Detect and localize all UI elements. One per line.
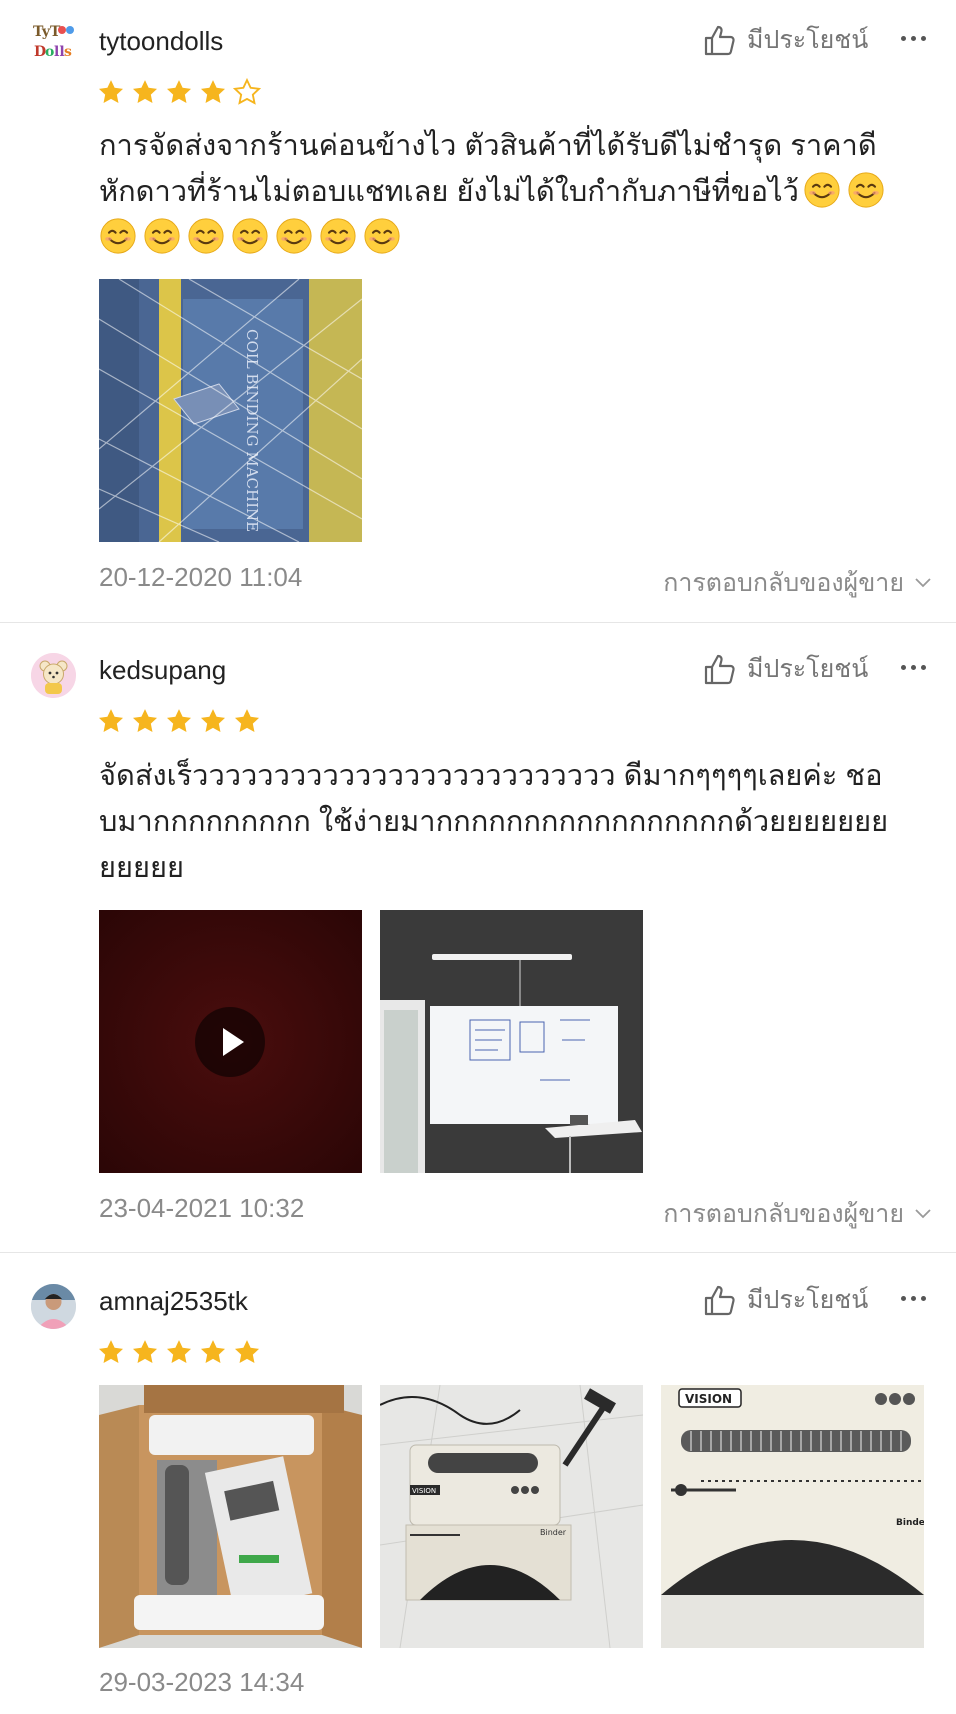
chevron-down-icon: [915, 578, 931, 588]
star-filled-icon: [165, 707, 193, 735]
whiteboard-room-image: [380, 910, 643, 1173]
star-filled-icon: [233, 1338, 261, 1366]
star-filled-icon: [199, 78, 227, 106]
star-filled-icon: [199, 1338, 227, 1366]
dot: [910, 1295, 916, 1301]
thumbs-up-icon: [703, 1283, 737, 1317]
review-photo[interactable]: VISION Binder: [380, 1385, 643, 1648]
review-date: 20-12-2020 11:04: [99, 562, 303, 592]
review-date: 23-04-2021 10:32: [99, 1193, 305, 1223]
smiling-face-emoji-icon: [319, 217, 357, 255]
person-avatar-icon: [31, 1284, 76, 1329]
username[interactable]: tytoondolls: [99, 26, 223, 56]
dot: [920, 1295, 926, 1301]
helpful-label: มีประโยชน์: [747, 1286, 869, 1314]
dot: [920, 664, 926, 670]
binding-machine-floor-image: VISION Binder: [380, 1385, 643, 1648]
smiling-face-emoji-icon: [99, 217, 137, 255]
review-item: amnaj2535tk มีประโยชน์ VISION Binder VIS…: [0, 1253, 956, 1714]
bear-avatar-icon: [31, 653, 76, 698]
opened-box-image: [99, 1385, 362, 1648]
smiling-face-emoji-icon: [231, 217, 269, 255]
thumbs-up-icon: [703, 23, 737, 57]
star-rating: [97, 707, 261, 735]
dot: [910, 35, 916, 41]
review-comment: จัดส่งเร็วววววววววววววววววววววววววว ดีมา…: [99, 760, 889, 884]
helpful-label: มีประโยชน์: [747, 26, 869, 54]
dot: [910, 664, 916, 670]
svg-text:TyT: TyT: [33, 24, 61, 40]
binding-machine-closeup-image: VISION Binder: [661, 1385, 924, 1648]
more-options-button[interactable]: [893, 1283, 933, 1313]
chevron-down-icon: [915, 1209, 931, 1219]
star-empty-icon: [233, 78, 261, 106]
star-filled-icon: [97, 707, 125, 735]
star-filled-icon: [97, 1338, 125, 1366]
star-filled-icon: [199, 707, 227, 735]
star-filled-icon: [131, 78, 159, 106]
dot: [920, 35, 926, 41]
dot: [900, 35, 906, 41]
username[interactable]: amnaj2535tk: [99, 1286, 248, 1316]
smiling-face-emoji-icon: [803, 171, 841, 209]
avatar[interactable]: TyT D o ll s: [31, 18, 76, 63]
smiling-face-emoji-icon: [363, 217, 401, 255]
tytoondolls-logo-icon: TyT D o ll s: [33, 24, 74, 60]
comment-text: หักดาวที่ร้านไม่ตอบแชทเลย ยังไม่ได้ใบกำก…: [99, 176, 799, 208]
comment-line: การจัดส่งจากร้านค่อนข้างไว ตัวสินค้าที่ไ…: [99, 130, 877, 162]
smiling-face-emoji-icon: [847, 171, 885, 209]
star-filled-icon: [131, 707, 159, 735]
seller-reply-toggle[interactable]: การตอบกลับของผู้ขาย: [663, 1194, 932, 1234]
binding-machine-box-wrapped-image: COIL BINDING MACHINE: [99, 279, 362, 542]
smiling-face-emoji-icon: [275, 217, 313, 255]
binder-brand-text: Binder: [896, 1518, 924, 1528]
star-rating: [97, 78, 261, 106]
star-filled-icon: [97, 78, 125, 106]
avatar[interactable]: [31, 653, 76, 698]
helpful-button[interactable]: มีประโยชน์: [703, 22, 868, 58]
star-filled-icon: [165, 78, 193, 106]
svg-text:s: s: [64, 44, 72, 60]
star-rating: [97, 1338, 261, 1366]
helpful-button[interactable]: มีประโยชน์: [703, 1282, 868, 1318]
helpful-label: มีประโยชน์: [747, 655, 869, 683]
seller-reply-label: การตอบกลับของผู้ขาย: [663, 1200, 904, 1228]
star-filled-icon: [165, 1338, 193, 1366]
more-options-button[interactable]: [893, 23, 933, 53]
dot: [900, 664, 906, 670]
review-video[interactable]: [99, 910, 362, 1173]
review-photo[interactable]: [99, 1385, 362, 1648]
svg-text:o: o: [45, 44, 54, 60]
review-photo[interactable]: COIL BINDING MACHINE: [99, 279, 362, 542]
dot: [900, 1295, 906, 1301]
star-filled-icon: [233, 707, 261, 735]
seller-reply-label: การตอบกลับของผู้ขาย: [663, 569, 904, 597]
username[interactable]: kedsupang: [99, 655, 226, 685]
review-date: 29-03-2023 14:34: [99, 1667, 305, 1697]
smiling-face-emoji-icon: [143, 217, 181, 255]
review-item: TyT D o ll s tytoondolls มีประโยชน์ การจ…: [0, 0, 956, 622]
review-photo[interactable]: VISION Binder: [661, 1385, 924, 1648]
avatar[interactable]: [31, 1284, 76, 1329]
comment-line: หักดาวที่ร้านไม่ตอบแชทเลย ยังไม่ได้ใบกำก…: [99, 169, 929, 215]
vision-brand-text: VISION: [412, 1487, 436, 1495]
more-options-button[interactable]: [893, 652, 933, 682]
review-photo[interactable]: [380, 910, 643, 1173]
review-comment: การจัดส่งจากร้านค่อนข้างไว ตัวสินค้าที่ไ…: [99, 123, 929, 261]
smiling-face-emoji-icon: [187, 217, 225, 255]
star-filled-icon: [131, 1338, 159, 1366]
binder-brand-text: Binder: [540, 1528, 567, 1537]
seller-reply-toggle[interactable]: การตอบกลับของผู้ขาย: [663, 563, 932, 603]
play-icon[interactable]: [194, 1006, 266, 1078]
helpful-button[interactable]: มีประโยชน์: [703, 651, 868, 687]
thumbs-up-icon: [703, 652, 737, 686]
comment-line: [99, 215, 929, 261]
vision-brand-text: VISION: [685, 1392, 732, 1406]
review-item: kedsupang มีประโยชน์ จัดส่งเร็วววววววววว…: [0, 623, 956, 1252]
